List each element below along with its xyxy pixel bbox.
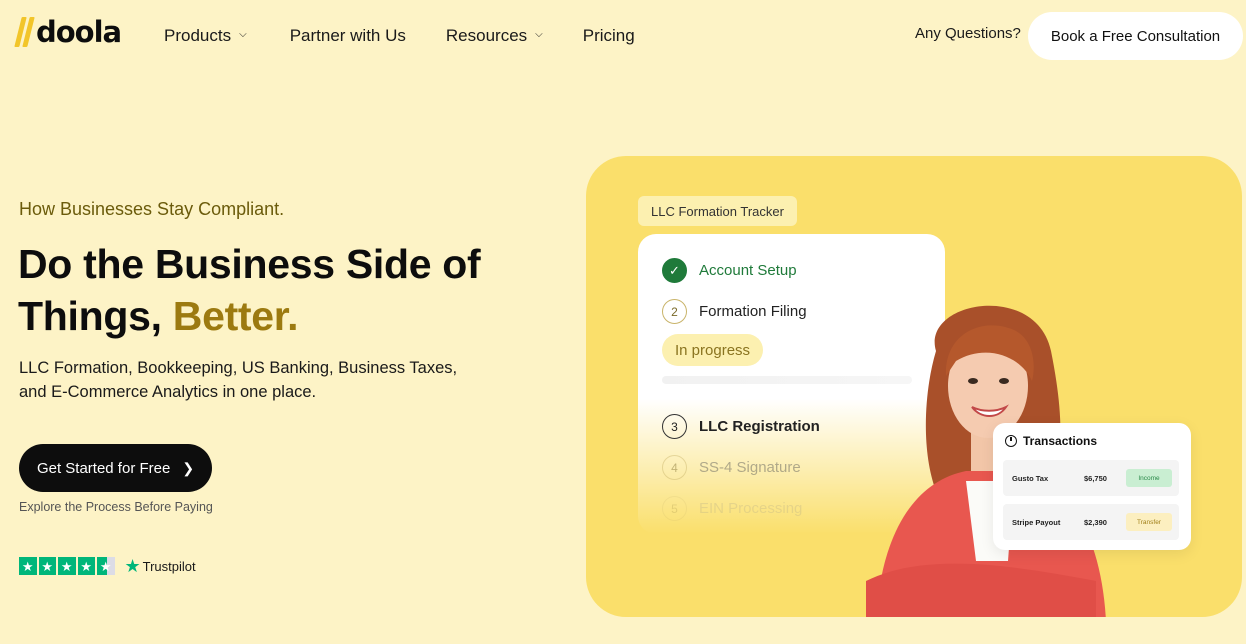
transaction-row: Gusto Tax $6,750 Income <box>1003 460 1179 496</box>
any-questions-link[interactable]: Any Questions? <box>915 25 1021 42</box>
nav-item-label: Resources <box>445 26 528 45</box>
tracker-step: 2 Formation Filing <box>662 299 807 324</box>
status-badge: In progress <box>662 334 764 366</box>
nav-item-label: Pricing <box>582 26 635 45</box>
transactions-title-label: Transactions <box>1023 434 1098 448</box>
check-icon: ✓ <box>662 258 687 283</box>
transaction-name: Stripe Payout <box>1012 518 1061 527</box>
book-consultation-button[interactable]: Book a Free Consultation <box>1028 12 1243 60</box>
tracker-step: ✓ Account Setup <box>662 258 797 283</box>
nav-item-products[interactable]: Products ⌵ <box>164 26 247 46</box>
trustpilot-stars: ★ ★ ★ ★ ★ <box>19 557 115 575</box>
step-number: 3 <box>662 414 687 439</box>
chevron-down-icon: ⌵ <box>239 29 247 40</box>
trustpilot-star-icon: ★ <box>124 556 141 576</box>
chevron-down-icon: ⌵ <box>535 29 543 40</box>
star-icon: ★ <box>77 557 95 575</box>
transaction-type-badge: Income <box>1126 469 1172 487</box>
nav-item-partner[interactable]: Partner with Us <box>290 26 406 46</box>
doola-logo[interactable]: doola <box>14 14 122 50</box>
step-label: LLC Registration <box>699 418 820 435</box>
trustpilot-logo: ★ Trustpilot <box>125 557 196 575</box>
nav-item-pricing[interactable]: Pricing <box>583 26 635 46</box>
half-star-icon: ★ <box>97 557 115 575</box>
cta-label: Get Started for Free <box>36 459 171 477</box>
tracker-step: 3 LLC Registration <box>662 414 820 439</box>
logo-mark-icon <box>14 17 35 47</box>
star-icon: ★ <box>58 557 76 575</box>
step-number: 4 <box>662 455 687 480</box>
clock-icon <box>1005 435 1017 447</box>
transaction-amount: $6,750 <box>1084 474 1107 483</box>
transaction-row: Stripe Payout $2,390 Transfer <box>1003 504 1179 540</box>
hero-headline: Do the Business Side of Things, Better. <box>18 238 538 342</box>
transactions-title: Transactions <box>1005 434 1097 448</box>
hero-subtext: LLC Formation, Bookkeeping, US Banking, … <box>19 359 458 401</box>
tracker-step: 4 SS-4 Signature <box>662 455 801 480</box>
step-number: 5 <box>662 496 687 521</box>
main-nav: Products ⌵ Partner with Us Resources ⌵ P… <box>164 24 635 48</box>
transactions-card: Transactions Gusto Tax $6,750 Income Str… <box>993 423 1191 550</box>
nav-item-label: Products <box>164 26 232 45</box>
nav-item-label: Partner with Us <box>289 26 406 45</box>
logo-text: doola <box>36 15 122 49</box>
star-icon: ★ <box>19 557 37 575</box>
headline-accent: Better. <box>172 293 299 339</box>
step-label: Formation Filing <box>699 303 807 320</box>
nav-item-resources[interactable]: Resources ⌵ <box>446 26 543 46</box>
hero-visual-panel: LLC Formation Tracker ✓ Account Setup 2 … <box>586 156 1242 617</box>
step-label: EIN Processing <box>699 500 803 517</box>
step-number: 2 <box>662 299 687 324</box>
transaction-type-badge: Transfer <box>1126 513 1172 531</box>
star-icon: ★ <box>38 557 56 575</box>
tracker-step: 5 EIN Processing <box>662 496 802 521</box>
step-label: Account Setup <box>699 262 797 279</box>
tracker-tag: LLC Formation Tracker <box>638 196 797 226</box>
trustpilot-rating[interactable]: ★ ★ ★ ★ ★ ★ Trustpilot <box>19 557 196 575</box>
trustpilot-label: Trustpilot <box>142 558 196 574</box>
step-label: SS-4 Signature <box>699 459 801 476</box>
transaction-amount: $2,390 <box>1084 518 1107 527</box>
hero-eyebrow: How Businesses Stay Compliant. <box>19 199 285 219</box>
cta-caption: Explore the Process Before Paying <box>19 500 213 514</box>
chevron-right-icon: ❯ <box>182 459 195 476</box>
transaction-name: Gusto Tax <box>1012 474 1049 483</box>
get-started-button[interactable]: Get Started for Free ❯ <box>19 444 212 492</box>
